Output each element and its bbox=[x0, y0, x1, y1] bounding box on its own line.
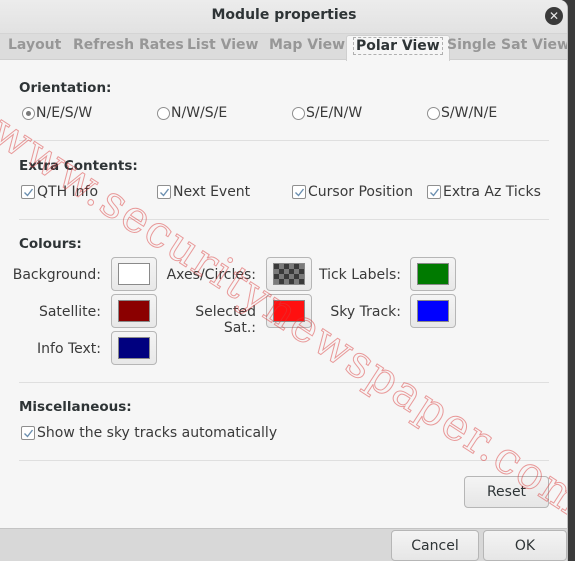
checkbox-checked-icon bbox=[292, 185, 306, 199]
tab-refresh-rates[interactable]: Refresh Rates bbox=[73, 37, 184, 59]
radio-unselected-icon bbox=[292, 106, 305, 120]
tab-list-view[interactable]: List View bbox=[187, 37, 258, 59]
selected-sat-color-swatch bbox=[273, 300, 305, 322]
titlebar: Module properties ✕ bbox=[0, 0, 567, 34]
background-color-button[interactable] bbox=[111, 257, 157, 291]
tick-labels-color-button[interactable] bbox=[410, 257, 456, 291]
checkbox-label: Extra Az Ticks bbox=[443, 184, 541, 200]
tick-labels-color-label: Tick Labels: bbox=[318, 267, 401, 283]
dialog-action-bar: Cancel OK bbox=[0, 528, 567, 561]
checkbox-next-event[interactable]: Next Event bbox=[157, 184, 250, 200]
axes-circles-color-button[interactable] bbox=[266, 257, 312, 291]
tab-polar-view[interactable]: Polar View bbox=[346, 35, 450, 61]
tab-map-view[interactable]: Map View bbox=[269, 37, 345, 59]
radio-selected-icon bbox=[22, 106, 35, 120]
radio-senw[interactable]: S/E/N/W bbox=[292, 105, 362, 121]
checkbox-extra-az-ticks[interactable]: Extra Az Ticks bbox=[427, 184, 541, 200]
radio-nwse[interactable]: N/W/S/E bbox=[157, 105, 227, 121]
info-text-color-button[interactable] bbox=[111, 331, 157, 365]
tab-polar-view-label: Polar View bbox=[353, 37, 443, 55]
satellite-color-swatch bbox=[118, 300, 150, 322]
radio-unselected-icon bbox=[157, 106, 170, 120]
checkbox-checked-icon bbox=[21, 185, 35, 199]
radio-label: N/E/S/W bbox=[36, 105, 93, 121]
checkbox-label: Show the sky tracks automatically bbox=[37, 425, 278, 441]
dialog-title: Module properties bbox=[211, 7, 357, 23]
ok-button[interactable]: OK bbox=[483, 530, 567, 561]
selected-sat-color-button[interactable] bbox=[266, 294, 312, 328]
radio-label: N/W/S/E bbox=[171, 105, 228, 121]
radio-label: S/E/N/W bbox=[306, 105, 363, 121]
checkbox-checked-icon bbox=[157, 185, 171, 199]
checkbox-label: QTH Info bbox=[37, 184, 99, 200]
reset-button[interactable]: Reset bbox=[464, 476, 549, 508]
background-color-swatch bbox=[118, 263, 150, 285]
tab-bar: Layout Refresh Rates List View Map View … bbox=[0, 34, 567, 61]
checkbox-show-sky-tracks[interactable]: Show the sky tracks automatically bbox=[21, 425, 277, 441]
checkbox-checked-icon bbox=[21, 426, 35, 440]
selected-sat-color-label: Selected Sat.: bbox=[195, 304, 256, 336]
radio-nesw[interactable]: N/E/S/W bbox=[22, 105, 92, 121]
checkbox-qth-info[interactable]: QTH Info bbox=[21, 184, 98, 200]
tab-layout[interactable]: Layout bbox=[8, 37, 61, 59]
separator bbox=[19, 382, 549, 383]
sky-track-color-button[interactable] bbox=[410, 294, 456, 328]
separator bbox=[19, 140, 549, 141]
orientation-label: Orientation: bbox=[19, 80, 112, 96]
radio-label: S/W/N/E bbox=[441, 105, 498, 121]
info-text-color-swatch bbox=[118, 337, 150, 359]
checkbox-cursor-position[interactable]: Cursor Position bbox=[292, 184, 413, 200]
tick-labels-color-swatch bbox=[417, 263, 449, 285]
extra-contents-label: Extra Contents: bbox=[19, 158, 138, 174]
info-text-color-label: Info Text: bbox=[37, 341, 101, 357]
radio-unselected-icon bbox=[427, 106, 440, 120]
close-icon[interactable]: ✕ bbox=[545, 7, 563, 25]
separator bbox=[19, 219, 549, 220]
checkbox-label: Cursor Position bbox=[308, 184, 413, 200]
checkbox-label: Next Event bbox=[173, 184, 251, 200]
satellite-color-button[interactable] bbox=[111, 294, 157, 328]
background-color-label: Background: bbox=[12, 267, 101, 283]
cancel-button[interactable]: Cancel bbox=[391, 530, 479, 561]
colours-label: Colours: bbox=[19, 236, 82, 252]
separator bbox=[19, 460, 549, 461]
tab-single-sat-view[interactable]: Single Sat View bbox=[447, 37, 567, 59]
radio-swne[interactable]: S/W/N/E bbox=[427, 105, 497, 121]
checkbox-checked-icon bbox=[427, 185, 441, 199]
sky-track-color-label: Sky Track: bbox=[330, 304, 401, 320]
module-properties-dialog: Module properties ✕ Layout Refresh Rates… bbox=[0, 0, 568, 561]
satellite-color-label: Satellite: bbox=[38, 304, 101, 320]
axes-circles-color-label: Axes/Circles: bbox=[166, 267, 256, 283]
sky-track-color-swatch bbox=[417, 300, 449, 322]
miscellaneous-label: Miscellaneous: bbox=[19, 399, 132, 415]
axes-circles-color-swatch bbox=[273, 263, 305, 285]
